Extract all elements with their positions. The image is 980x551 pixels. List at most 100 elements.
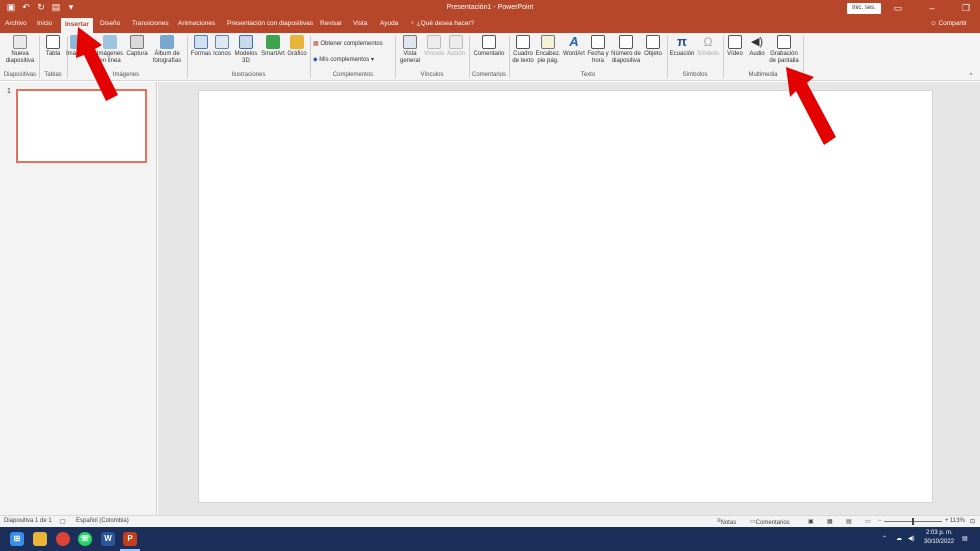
textbox-button[interactable]: Cuadro de texto (510, 35, 536, 71)
tab-transiciones[interactable]: Transiciones (132, 20, 169, 27)
comments-label: Comentarios (755, 520, 790, 526)
spellcheck-icon[interactable]: ▢ (60, 518, 66, 525)
photo-album-button[interactable]: Álbum de fotografías (150, 35, 184, 71)
symbol-button[interactable]: Ω Símbolo (695, 35, 721, 71)
smartart-icon (266, 35, 280, 49)
link-button[interactable]: Vínculo (423, 35, 445, 71)
zoom-out-icon[interactable]: − (878, 518, 882, 524)
tab-inicio[interactable]: Inicio (37, 20, 52, 27)
tab-revisar[interactable]: Revisar (320, 20, 342, 27)
textbox-icon (516, 35, 530, 49)
windows-start-icon[interactable]: ⊞ (10, 532, 24, 546)
normal-view-icon[interactable]: ▣ (808, 518, 814, 525)
tab-vista[interactable]: Vista (353, 20, 367, 27)
group-label-texto: Texto (580, 72, 596, 78)
file-explorer-icon[interactable] (33, 532, 47, 546)
photo-album-label: Álbum de fotografías (152, 51, 182, 64)
restore-icon[interactable]: ❐ (961, 2, 971, 14)
group-label-simbolos: Símbolos (682, 72, 708, 78)
screen-recording-button[interactable]: Grabación de pantalla (766, 35, 802, 71)
slide-canvas[interactable] (198, 90, 933, 503)
comment-label: Comentario (473, 51, 505, 57)
shapes-label: Formas (190, 51, 212, 57)
group-separator (310, 36, 311, 78)
tab-presentacion[interactable]: Presentación con diapositivas (227, 20, 313, 27)
comment-button[interactable]: Comentario (470, 35, 508, 71)
annotation-arrow-insert-tab (76, 27, 118, 101)
notifications-icon[interactable]: ▤ (962, 535, 968, 542)
screen-record-icon (777, 35, 791, 49)
3d-models-button[interactable]: Modelos 3D (233, 35, 259, 71)
comment-icon (482, 35, 496, 49)
zoom-slider-handle[interactable] (912, 518, 914, 525)
date-time-label: Fecha y hora (587, 51, 609, 64)
zoom-level[interactable]: 113% (950, 518, 965, 524)
my-addins-label: Mis complementos (319, 57, 370, 63)
slide-workspace (158, 82, 980, 515)
tell-me-search[interactable]: ♀ ¿Qué desea hacer? (410, 20, 474, 27)
audio-label: Audio (749, 51, 765, 57)
powerpoint-icon[interactable]: P (123, 532, 137, 546)
reading-view-icon[interactable]: ▤ (846, 518, 852, 525)
whatsapp-icon[interactable]: ☏ (78, 532, 92, 546)
table-label: Tabla (45, 51, 61, 57)
object-button[interactable]: Objeto (641, 35, 665, 71)
slide-number-button[interactable]: Número de diapositiva (609, 35, 643, 71)
screenshot-label: Captura (126, 51, 148, 57)
new-slide-button[interactable]: Nueva diapositiva (3, 35, 37, 71)
omega-icon: Ω (703, 35, 713, 49)
window-title: Presentación1 - PowerPoint (446, 4, 534, 11)
audio-button[interactable]: ◀) Audio (746, 35, 768, 71)
tab-archivo[interactable]: Archivo (5, 20, 27, 27)
photo-album-icon (160, 35, 174, 49)
speaker-tray-icon[interactable]: ◀) (908, 535, 915, 542)
notes-button[interactable]: ≡ Notas (717, 518, 736, 526)
get-addins-button[interactable]: ▦ Obtener complementos (313, 40, 383, 47)
date-time-button[interactable]: Fecha y hora (586, 35, 610, 71)
lightbulb-icon: ♀ (410, 20, 417, 27)
slideshow-view-icon[interactable]: ▭ (865, 518, 871, 525)
clock-date[interactable]: 30/10/2022 (924, 539, 954, 545)
zoom-summary-button[interactable]: Vista general (396, 35, 424, 71)
table-button[interactable]: Tabla (40, 35, 66, 71)
tab-ayuda[interactable]: Ayuda (380, 20, 398, 27)
header-footer-button[interactable]: Encabez. pie pág. (535, 35, 561, 71)
minimize-icon[interactable]: – (927, 2, 937, 14)
ribbon-display-icon[interactable]: ▭ (893, 2, 903, 14)
cloud-icon[interactable]: ☁ (896, 535, 902, 542)
collapse-ribbon-icon[interactable]: ⌃ (968, 72, 974, 80)
shapes-icon (194, 35, 208, 49)
zoom-in-icon[interactable]: + (945, 518, 949, 524)
icons-button[interactable]: Iconos (211, 35, 233, 71)
slide-sorter-icon[interactable]: ▦ (827, 518, 833, 525)
table-icon (46, 35, 60, 49)
clock-time[interactable]: 2:03 p. m. (926, 530, 953, 536)
word-icon[interactable]: W (101, 532, 115, 546)
textbox-label: Cuadro de texto (512, 51, 534, 64)
comments-button[interactable]: ▭ Comentarios (750, 518, 790, 526)
new-slide-icon (13, 35, 27, 49)
action-button[interactable]: Acción (445, 35, 467, 71)
smartart-button[interactable]: SmartArt (259, 35, 287, 71)
annotation-arrow-screen-recording (786, 67, 836, 145)
sign-in-button[interactable]: Inic. ses. (847, 3, 881, 14)
my-addins-button[interactable]: ◆ Mis complementos ▾ (313, 56, 374, 63)
zoom-icon (403, 35, 417, 49)
group-label-tablas: Tablas (44, 72, 62, 78)
tab-diseno[interactable]: Diseño (100, 20, 120, 27)
action-label: Acción (446, 51, 465, 57)
tray-chevron-icon[interactable]: ⌃ (882, 535, 887, 542)
video-icon (728, 35, 742, 49)
chart-button[interactable]: Gráfico (285, 35, 309, 71)
fit-slide-icon[interactable]: ⊡ (970, 518, 975, 525)
video-button[interactable]: Vídeo (724, 35, 746, 71)
chrome-icon[interactable] (56, 532, 70, 546)
tab-animaciones[interactable]: Animaciones (178, 20, 215, 27)
language-indicator[interactable]: Español (Colombia) (76, 518, 129, 524)
header-footer-label: Encabez. pie pág. (535, 51, 561, 64)
symbol-label: Símbolo (696, 51, 719, 57)
wordart-button[interactable]: A WordArt (561, 35, 587, 71)
equation-button[interactable]: π Ecuación (668, 35, 696, 71)
object-icon (646, 35, 660, 49)
share-button[interactable]: ☺ Compartir (930, 20, 967, 27)
